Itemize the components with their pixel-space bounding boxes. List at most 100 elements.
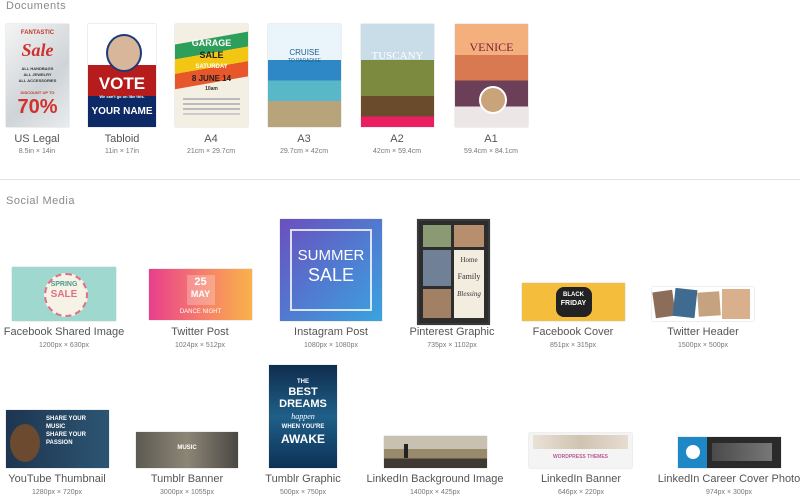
quote-tile: Home Family Blessing xyxy=(454,250,484,318)
a4-art-4: 8 JUNE 14 xyxy=(191,74,232,83)
collage-photo-3 xyxy=(697,291,721,317)
person-silhouette-icon xyxy=(404,444,408,458)
fb-shared-art-1: SPRING xyxy=(50,281,78,288)
instagram-post-dims: 1080px × 1080px xyxy=(304,342,358,349)
facebook-shared-image-dims: 1200px × 630px xyxy=(38,342,90,349)
a3-art-1: CRUISE xyxy=(289,48,320,57)
linkedin-background-image-label: LinkedIn Background Image xyxy=(366,473,504,485)
photo-tile-1 xyxy=(423,225,451,247)
tumblr-graphic-thumbnail[interactable]: THE BEST DREAMS happen WHEN YOU'RE AWAKE xyxy=(269,365,337,468)
tabloid-dims: 11in × 17in xyxy=(105,148,139,155)
youtube-thumbnail-label: YouTube Thumbnail xyxy=(8,473,106,485)
tumblr-banner-art-1: MUSIC xyxy=(177,445,197,451)
linkedin-background-image-thumbnail[interactable] xyxy=(384,436,487,468)
tumblr-graphic-art-1: THE xyxy=(297,379,309,385)
us-legal-art-2: Sale xyxy=(21,40,54,60)
us-legal-art-5: ALL ACCESSORIES xyxy=(18,78,57,83)
a3-thumbnail[interactable]: CRUISE TO PARADISE xyxy=(268,24,341,127)
linkedin-banner-label: LinkedIn Banner xyxy=(540,473,622,485)
yt-art-2: MUSIC xyxy=(46,424,66,430)
pinterest-graphic-dims: 735px × 1102px xyxy=(427,342,477,349)
a1-label: A1 xyxy=(484,133,498,145)
yt-art-1: SHARE YOUR xyxy=(46,416,86,422)
tabloid-art-3: YOUR NAME xyxy=(91,106,153,117)
a2-label: A2 xyxy=(390,133,404,145)
twitter-post-art-2: MAY xyxy=(190,289,211,299)
yt-art-3: SHARE YOUR xyxy=(46,432,86,438)
linkedin-banner-art-1: WORDPRESS THEMES xyxy=(552,454,608,460)
us-legal-art-1: FANTASTIC xyxy=(20,30,55,36)
fb-cover-art-2: FRIDAY xyxy=(560,300,587,307)
collage-photo-4 xyxy=(722,289,750,319)
tumblr-graphic-label: Tumblr Graphic xyxy=(265,473,341,485)
guitar-icon xyxy=(10,424,40,462)
twitter-header-thumbnail[interactable] xyxy=(652,287,754,321)
linkedin-banner-thumbnail[interactable]: WORDPRESS THEMES xyxy=(529,433,632,468)
twitter-post-label: Twitter Post xyxy=(171,326,229,338)
tabloid-art-1: VOTE xyxy=(98,74,146,93)
twitter-post-dims: 1024px × 512px xyxy=(174,342,226,349)
us-legal-art-3: ALL HANDBAGS xyxy=(21,66,54,71)
instagram-post-thumbnail[interactable]: SUMMER SALE xyxy=(280,219,382,321)
fb-cover-art-1: BLACK xyxy=(563,292,584,298)
twitter-post-art-3: DANCE NIGHT xyxy=(179,309,222,315)
desk-items xyxy=(533,435,628,449)
a1-art-1: VENICE xyxy=(469,40,514,54)
yt-art-4: PASSION xyxy=(46,440,73,446)
twitter-header-dims: 1500px × 500px xyxy=(677,342,729,349)
facebook-cover-thumbnail[interactable]: BLACK FRIDAY xyxy=(522,283,625,321)
facebook-cover-dims: 851px × 315px xyxy=(549,342,597,349)
us-legal-dims: 8.5in × 14in xyxy=(18,148,56,155)
facebook-shared-image-thumbnail[interactable]: SPRING SALE xyxy=(12,267,116,321)
us-legal-label: US Legal xyxy=(14,133,60,145)
a3-dims: 29.7cm × 42cm xyxy=(279,148,329,155)
tabloid-art-2: We can't go on like this. xyxy=(99,94,145,99)
instagram-art-2: SALE xyxy=(307,265,355,285)
pinterest-art-1: Home xyxy=(460,256,478,264)
logo-circle-icon xyxy=(686,445,700,459)
linkedin-career-cover-photo-label: LinkedIn Career Cover Photo xyxy=(657,473,800,485)
a4-dims: 21cm × 29.7cm xyxy=(186,148,236,155)
pinterest-graphic-label: Pinterest Graphic xyxy=(409,326,495,338)
a4-art-5: 10am xyxy=(205,86,218,92)
documents-section-title: Documents xyxy=(6,0,67,12)
a1-thumbnail[interactable]: VENICE xyxy=(455,24,528,127)
us-legal-art-4: ALL JEWELRY xyxy=(23,72,52,77)
a4-art-2: SALE xyxy=(199,50,224,60)
a1-dims: 59.4cm × 84.1cm xyxy=(464,148,518,155)
linkedin-banner-dims: 646px × 220px xyxy=(557,489,605,496)
tumblr-banner-thumbnail[interactable]: MUSIC xyxy=(136,432,238,468)
linkedin-career-cover-photo-thumbnail[interactable] xyxy=(678,437,781,468)
pinterest-graphic-thumbnail[interactable]: Home Family Blessing xyxy=(417,219,490,325)
tumblr-graphic-art-4: happen xyxy=(291,412,315,421)
twitter-post-thumbnail[interactable]: 25 MAY DANCE NIGHT xyxy=(149,269,252,320)
a2-dims: 42cm × 59.4cm xyxy=(372,148,422,155)
tabloid-label: Tabloid xyxy=(104,133,140,145)
us-legal-thumbnail[interactable]: FANTASTIC Sale ALL HANDBAGS ALL JEWELRY … xyxy=(6,24,69,127)
a2-thumbnail[interactable]: TUSCANY xyxy=(361,24,434,127)
youtube-thumbnail-thumbnail[interactable]: SHARE YOUR MUSIC SHARE YOUR PASSION xyxy=(6,410,109,468)
a4-art-1: GARAGE xyxy=(191,38,232,48)
photo-tile-2 xyxy=(454,225,484,247)
a3-art-2: TO PARADISE xyxy=(287,58,322,64)
tabloid-thumbnail[interactable]: VOTE We can't go on like this. YOUR NAME xyxy=(88,24,156,127)
pinterest-art-3: Blessing xyxy=(457,290,481,298)
a4-thumbnail[interactable]: GARAGE SALE SATURDAY 8 JUNE 14 10am xyxy=(175,24,248,127)
linkedin-background-image-dims: 1400px × 425px xyxy=(409,489,461,496)
pinterest-art-2: Family xyxy=(457,272,481,281)
a4-label: A4 xyxy=(204,133,218,145)
tumblr-graphic-art-6: AWAKE xyxy=(280,432,325,446)
photo-tile-4 xyxy=(423,289,451,318)
tumblr-graphic-art-3: DREAMS xyxy=(279,398,327,410)
youtube-thumbnail-dims: 1280px × 720px xyxy=(31,489,83,496)
twitter-header-label: Twitter Header xyxy=(667,326,739,338)
tumblr-banner-dims: 3000px × 1055px xyxy=(160,489,214,496)
a2-art-1: TUSCANY xyxy=(371,50,424,62)
section-divider xyxy=(0,179,800,180)
a4-text-lines xyxy=(183,98,240,100)
facebook-cover-label: Facebook Cover xyxy=(532,326,614,338)
tumblr-graphic-art-5: WHEN YOU'RE xyxy=(281,424,325,430)
collage-photo-2 xyxy=(672,287,698,319)
tumblr-banner-label: Tumblr Banner xyxy=(150,473,224,485)
facebook-shared-image-label: Facebook Shared Image xyxy=(3,326,125,338)
